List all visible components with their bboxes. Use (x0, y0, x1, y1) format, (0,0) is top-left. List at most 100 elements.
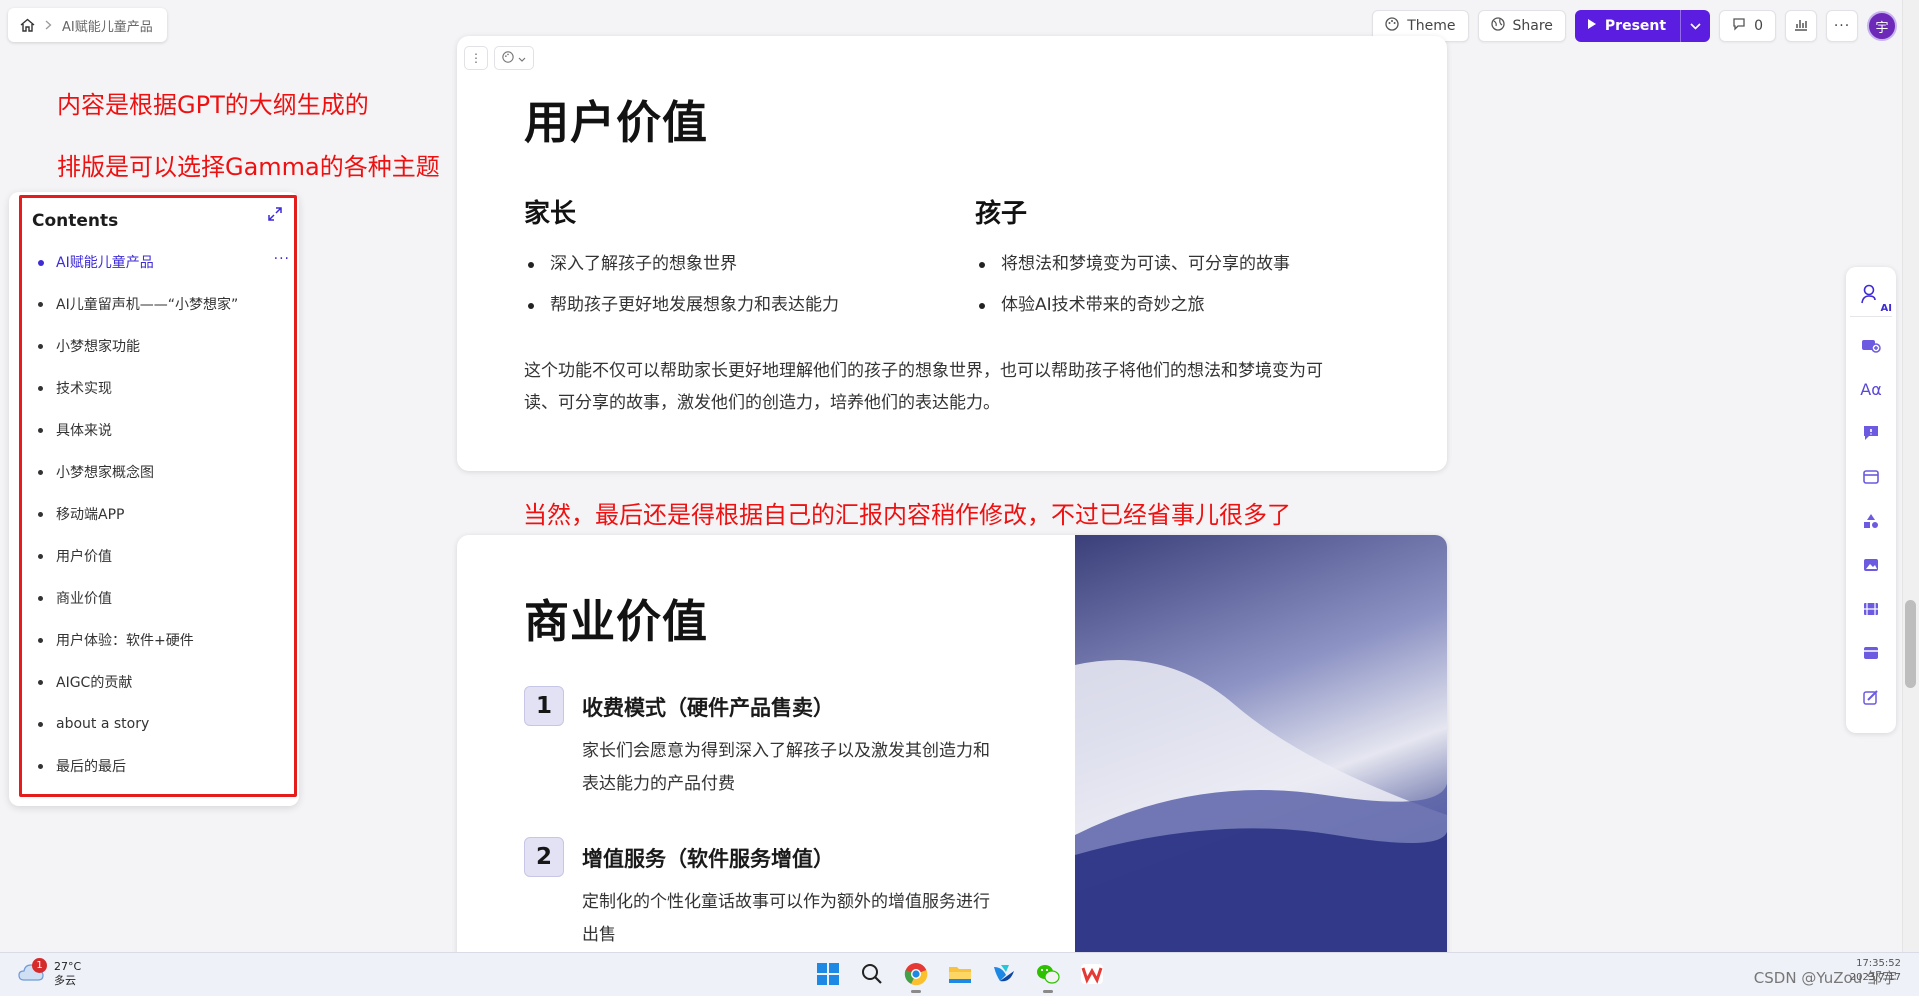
more-button[interactable]: ··· (1826, 10, 1858, 42)
taskbar: 1 27°C 多云 CSDN @YuZou 邹宇 17:35:52 2023/7… (0, 952, 1919, 996)
text-style-icon[interactable]: Aα (1850, 367, 1892, 411)
step-title: 增值服务（软件服务增值） (582, 847, 834, 871)
contents-item[interactable]: 最后的最后 (36, 745, 296, 787)
feishu-icon[interactable] (989, 959, 1019, 989)
contents-item-label: AIGC的贡献 (56, 675, 133, 691)
clock-date: 2023/7/17 (1849, 972, 1901, 983)
column-title-children: 孩子 (975, 199, 1028, 229)
chrome-icon[interactable] (901, 959, 931, 993)
contents-item-label: 移动端APP (56, 507, 125, 523)
contents-item[interactable]: 移动端APP (36, 493, 296, 535)
contents-panel: Contents AI赋能儿童产品 ··· AI儿童留声机——“小梦想家” 小梦想… (9, 192, 299, 806)
image-icon[interactable] (1850, 543, 1892, 587)
wps-icon[interactable] (1077, 959, 1107, 989)
search-icon[interactable] (857, 959, 887, 989)
contents-item[interactable]: 技术实现 (36, 367, 296, 409)
step-desc-line2: 表达能力的产品付费 (582, 774, 735, 794)
item-more-icon[interactable]: ··· (274, 251, 290, 267)
contents-item[interactable]: about a story (36, 703, 296, 745)
present-dropdown[interactable] (1680, 10, 1710, 42)
home-icon[interactable] (20, 18, 35, 32)
contents-item[interactable]: AIGC的贡献 (36, 661, 296, 703)
contents-item-label: about a story (56, 716, 150, 732)
card-business-value[interactable]: 商业价值 1 收费模式（硬件产品售卖） 家长们会愿意为得到深入了解孩子以及激发其… (457, 535, 1447, 996)
palette-icon (1385, 17, 1399, 35)
contents-item[interactable]: 商业价值 (36, 577, 296, 619)
contents-item-label: AI儿童留声机——“小梦想家” (56, 297, 239, 313)
card-menu-button[interactable]: ⋮ (464, 46, 488, 70)
bullet-list-children: 将想法和梦境变为可读、可分享的故事 体验AI技术带来的奇妙之旅 (975, 251, 1290, 333)
present-main[interactable]: Present (1575, 10, 1680, 42)
windows-start-icon[interactable] (813, 959, 843, 989)
system-clock[interactable]: 17:35:52 2023/7/17 (1850, 957, 1901, 985)
share-label: Share (1512, 18, 1553, 34)
bullet-list-parents: 深入了解孩子的想象世界 帮助孩子更好地发展想象力和表达能力 (524, 251, 839, 333)
right-tool-sidebar: AI Aα (1846, 267, 1896, 733)
avatar[interactable]: 宇 (1867, 11, 1897, 41)
comments-button[interactable]: 0 (1719, 10, 1776, 42)
chevron-right-icon (45, 20, 52, 30)
comments-count: 0 (1754, 18, 1763, 34)
share-button[interactable]: Share (1477, 10, 1566, 42)
contents-item-label: 小梦想家概念图 (56, 465, 154, 481)
wechat-icon[interactable] (1033, 959, 1063, 993)
notification-badge: 1 (32, 958, 47, 973)
ai-label: AI (1880, 303, 1892, 314)
contents-item[interactable]: AI儿童留声机——“小梦想家” (36, 283, 296, 325)
shapes-icon[interactable] (1850, 499, 1892, 543)
contents-item[interactable]: 具体来说 (36, 409, 296, 451)
expand-icon[interactable] (267, 206, 283, 226)
chart-icon (1794, 17, 1808, 35)
contents-item-label: AI赋能儿童产品 (56, 255, 154, 271)
contents-item[interactable]: 用户体验：软件+硬件 (36, 619, 296, 661)
layout-icon[interactable] (1850, 455, 1892, 499)
column-title-parents: 家长 (524, 199, 577, 229)
card-user-value[interactable]: ⋮ 用户价值 家长 深入了解孩子的想象世界 帮助孩子更好地发展想象力和表达能力 … (457, 36, 1447, 471)
file-explorer-icon[interactable] (945, 959, 975, 989)
vertical-dots-icon: ⋮ (470, 51, 482, 65)
analytics-button[interactable] (1785, 10, 1817, 42)
contents-title: Contents (32, 211, 119, 231)
embed-icon[interactable] (1850, 631, 1892, 675)
annotation-top-line1: 内容是根据GPT的大纲生成的 (57, 91, 369, 119)
contents-item[interactable]: 用户价值 (36, 535, 296, 577)
contents-list: AI赋能儿童产品 ··· AI儿童留声机——“小梦想家” 小梦想家功能 技术实现 … (36, 241, 296, 787)
chevron-down-icon (518, 51, 526, 65)
card-tools: ⋮ (464, 46, 534, 70)
step-number: 1 (524, 686, 564, 726)
list-item: 体验AI技术带来的奇妙之旅 (975, 292, 1290, 333)
annotation-middle: 当然，最后还是得根据自己的汇报内容稍作修改，不过已经省事儿很多了 (523, 501, 1291, 529)
ai-robot-icon (1860, 283, 1882, 309)
card-style-button[interactable] (494, 46, 534, 70)
add-card-icon[interactable] (1850, 323, 1892, 367)
present-label: Present (1604, 18, 1667, 34)
callout-icon[interactable] (1850, 411, 1892, 455)
step-desc-line1: 定制化的个性化童话故事可以作为额外的增值服务进行 (582, 892, 990, 912)
contents-item[interactable]: 小梦想家功能 (36, 325, 296, 367)
video-icon[interactable] (1850, 587, 1892, 631)
step-number: 2 (524, 837, 564, 877)
contents-item-label: 商业价值 (56, 591, 112, 607)
top-toolbar: Theme Share Present 0 ··· 宇 (1372, 9, 1897, 43)
contents-item[interactable]: 小梦想家概念图 (36, 451, 296, 493)
contents-item[interactable]: AI赋能儿童产品 ··· (36, 241, 296, 283)
abstract-wave-image[interactable] (1075, 535, 1447, 996)
weather-condition: 多云 (54, 974, 76, 987)
present-button[interactable]: Present (1574, 10, 1711, 42)
weather-widget[interactable]: 1 27°C 多云 (18, 958, 81, 988)
form-icon[interactable] (1850, 675, 1892, 719)
vertical-scrollbar[interactable] (1902, 0, 1919, 952)
contents-item-label: 用户体验：软件+硬件 (56, 633, 194, 649)
card-paragraph-line2: 读、可分享的故事，激发他们的创造力，培养他们的表达能力。 (524, 393, 1000, 413)
taskbar-apps (813, 959, 1107, 993)
card-paragraph-line1: 这个功能不仅可以帮助家长更好地理解他们的孩子的想象世界，也可以帮助孩子将他们的想… (524, 361, 1323, 381)
list-item: 帮助孩子更好地发展想象力和表达能力 (524, 292, 839, 333)
breadcrumb-doc-title[interactable]: AI赋能儿童产品 (62, 16, 153, 35)
more-icon: ··· (1833, 18, 1851, 34)
clock-time: 17:35:52 (1856, 958, 1901, 969)
step-desc-line2: 出售 (582, 925, 616, 945)
ai-assistant-button[interactable]: AI (1850, 275, 1892, 317)
globe-icon (1490, 17, 1505, 35)
scrollbar-thumb[interactable] (1905, 600, 1916, 688)
contents-item-label: 具体来说 (56, 423, 112, 439)
